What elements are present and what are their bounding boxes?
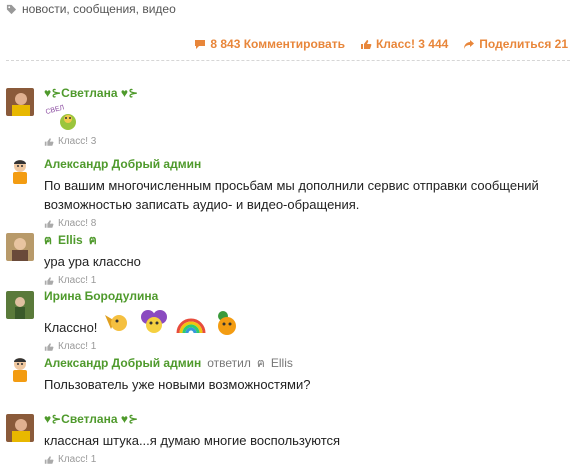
comment-item: Александр Добрый админ ответил ฅ Ellis П… bbox=[6, 356, 566, 406]
comment-text: Классно! bbox=[44, 320, 98, 335]
comment-item: ฅ Ellis ฅ ура ура классно Класс! 1 bbox=[6, 232, 566, 286]
comment-item: Ирина Бородулина Классно! Класс! 1 bbox=[6, 289, 566, 352]
author-name: Александр Добрый админ bbox=[44, 356, 202, 370]
sticker-image: СВЕЛ bbox=[45, 104, 76, 130]
thumb-up-icon bbox=[360, 39, 372, 49]
tags-text[interactable]: новости, сообщения, видео bbox=[22, 2, 176, 16]
comment-item: ♥⊱Светлана ♥⊱ СВЕЛ Класс! 3 bbox=[6, 86, 566, 147]
tag-icon bbox=[6, 4, 17, 14]
tags-line: новости, сообщения, видео bbox=[6, 2, 176, 16]
avatar[interactable] bbox=[6, 291, 34, 319]
klass-count: Класс! 1 bbox=[58, 454, 97, 465]
bird-sticker bbox=[105, 315, 128, 331]
klass-count: Класс! 1 bbox=[58, 341, 97, 352]
reply-to-wing-icon: ฅ bbox=[256, 355, 265, 370]
comment-item: Александр Добрый админ По вашим многочис… bbox=[6, 157, 566, 229]
comment-text: ура ура классно bbox=[44, 254, 141, 269]
divider bbox=[6, 60, 570, 61]
comment-text: классная штука...я думаю многие воспольз… bbox=[44, 433, 341, 448]
share-icon bbox=[464, 39, 475, 49]
comment-item: ♥⊱Светлана ♥⊱ классная штука...я думаю м… bbox=[6, 412, 566, 467]
comment-author[interactable]: ฅ Ellis ฅ bbox=[44, 232, 566, 248]
comment-author[interactable]: ♥⊱Светлана ♥⊱ bbox=[44, 412, 566, 426]
share-label: Поделиться 21 bbox=[479, 37, 568, 51]
thumb-up-icon bbox=[44, 455, 54, 464]
avatar[interactable] bbox=[6, 158, 34, 186]
comment-icon bbox=[195, 39, 206, 49]
thumb-up-icon bbox=[44, 342, 54, 351]
author-name: Ellis bbox=[58, 233, 83, 247]
wing-left-icon: ฅ bbox=[44, 232, 53, 247]
klass-button[interactable]: Класс! 3 444 bbox=[360, 37, 448, 51]
rainbow-sticker bbox=[176, 318, 206, 334]
klass-count: Класс! 8 bbox=[58, 218, 97, 229]
sticker-caption: СВЕЛ bbox=[45, 104, 66, 116]
comment-label: 8 843 Комментировать bbox=[210, 37, 345, 51]
klass-label: Класс! 3 444 bbox=[375, 37, 449, 51]
klass-small-button[interactable]: Класс! 1 bbox=[44, 275, 566, 286]
comment-author[interactable]: Ирина Бородулина bbox=[44, 289, 566, 303]
klass-count: Класс! 3 bbox=[58, 136, 97, 147]
comment-button[interactable]: 8 843 Комментировать bbox=[194, 37, 345, 51]
klass-small-button[interactable]: Класс! 8 bbox=[44, 218, 566, 229]
avatar[interactable] bbox=[6, 233, 34, 261]
avatar[interactable] bbox=[6, 414, 34, 442]
share-button[interactable]: Поделиться 21 bbox=[463, 37, 568, 51]
thumb-up-icon bbox=[44, 219, 54, 228]
comment-author[interactable]: Александр Добрый админ ответил ฅ Ellis bbox=[44, 355, 566, 371]
comment-author[interactable]: ♥⊱Светлана ♥⊱ bbox=[44, 86, 566, 100]
sticker-row: СВЕЛ bbox=[44, 102, 566, 132]
action-bar: 8 843 Комментировать Класс! 3 444 Подели… bbox=[194, 37, 568, 51]
avatar[interactable] bbox=[6, 356, 34, 384]
reply-to-name[interactable]: Ellis bbox=[271, 356, 293, 370]
orange-sticker bbox=[218, 311, 237, 335]
klass-small-button[interactable]: Класс! 1 bbox=[44, 454, 566, 465]
comment-text: По вашим многочисленным просьбам мы допо… bbox=[44, 178, 539, 212]
klass-small-button[interactable]: Класс! 1 bbox=[44, 341, 566, 352]
replied-label: ответил bbox=[207, 356, 251, 370]
wing-right-icon: ฅ bbox=[88, 232, 97, 247]
pansy-sticker bbox=[141, 310, 168, 333]
avatar[interactable] bbox=[6, 88, 34, 116]
thumb-up-icon bbox=[44, 137, 54, 146]
klass-small-button[interactable]: Класс! 3 bbox=[44, 136, 566, 147]
klass-count: Класс! 1 bbox=[58, 275, 97, 286]
comment-author[interactable]: Александр Добрый админ bbox=[44, 157, 566, 171]
comment-text: Пользователь уже новыми возможностями? bbox=[44, 377, 311, 392]
sticker-row: Классно! bbox=[44, 307, 566, 337]
thumb-up-icon bbox=[44, 276, 54, 285]
